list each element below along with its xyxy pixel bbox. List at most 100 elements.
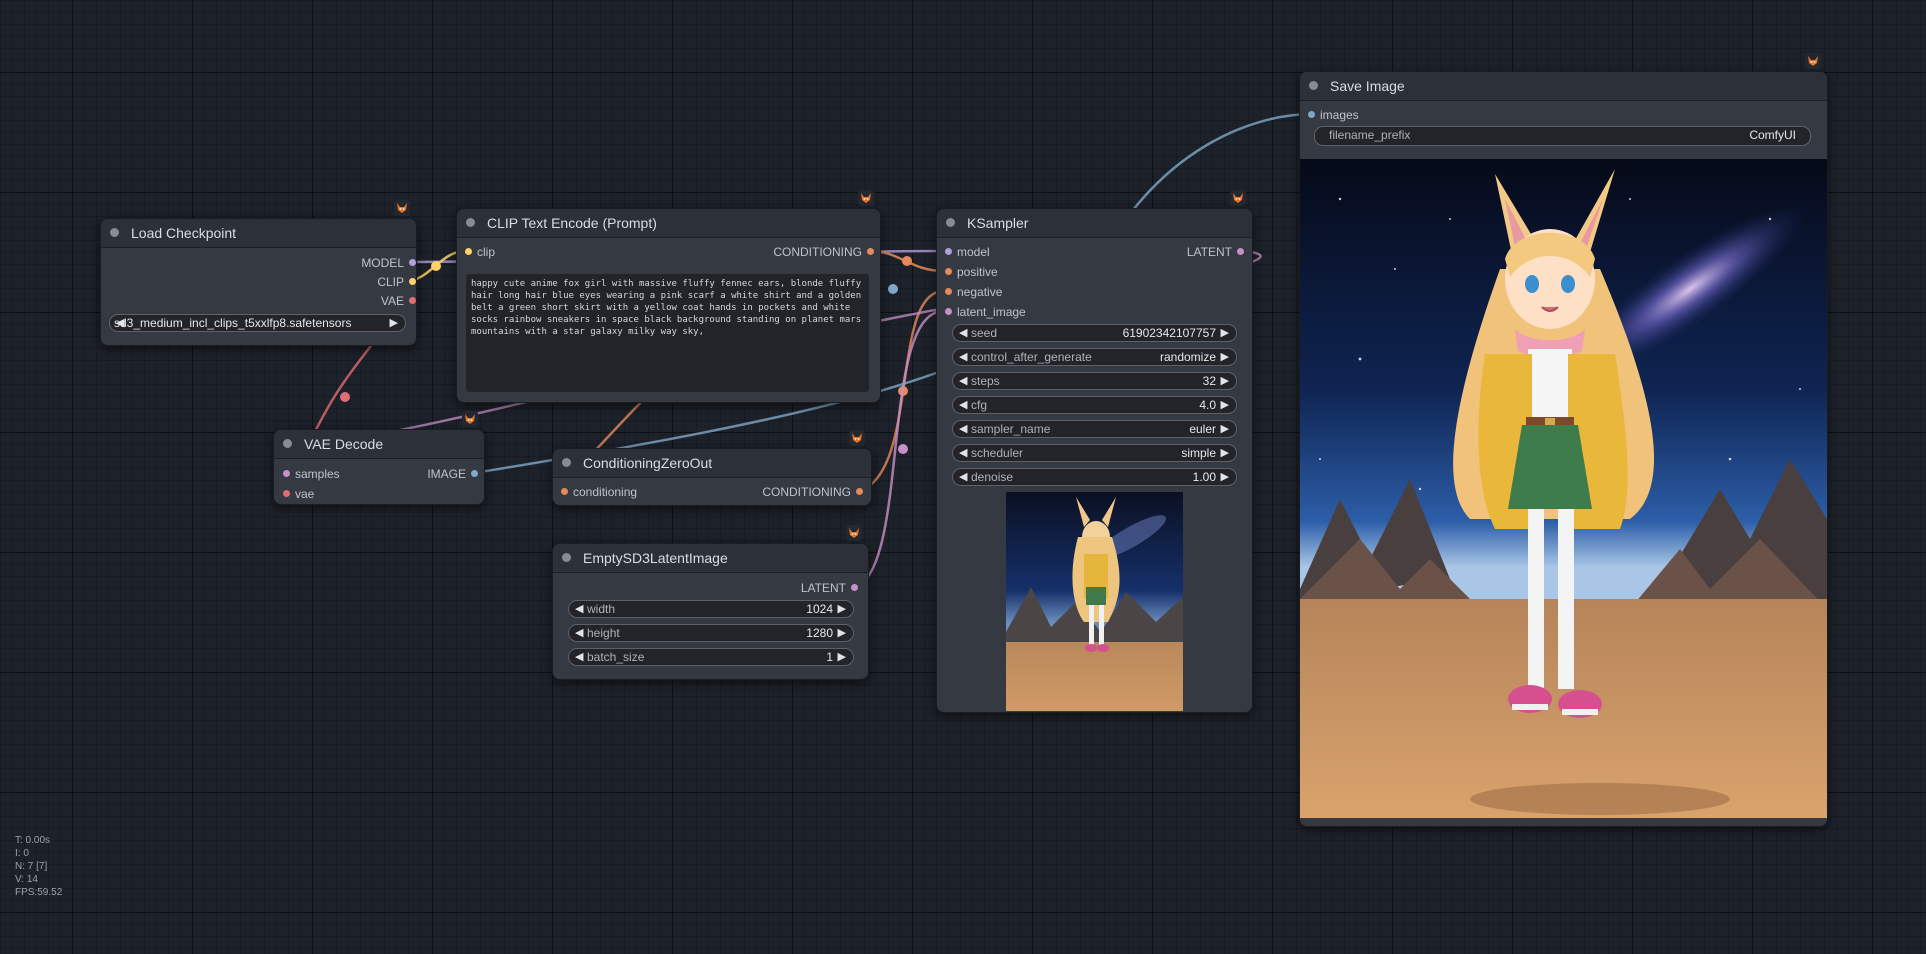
decrement-arrow-icon[interactable]: ◀	[959, 447, 967, 459]
slot-dot-icon[interactable]	[409, 259, 416, 266]
collapse-dot-icon[interactable]	[283, 439, 292, 448]
slot-dot-icon[interactable]	[283, 470, 290, 477]
collapse-dot-icon[interactable]	[466, 218, 475, 227]
prompt-textarea[interactable]: happy cute anime fox girl with massive f…	[466, 274, 869, 392]
slot-dot-icon[interactable]	[945, 288, 952, 295]
decrement-arrow-icon[interactable]: ◀	[575, 651, 583, 663]
sampler-name-widget[interactable]: ◀ sampler_name euler ▶	[952, 420, 1237, 438]
fox-badge-icon	[849, 430, 865, 446]
slot-label: images	[1320, 108, 1359, 122]
node-load-checkpoint[interactable]: Load Checkpoint MODEL CLIP VAE ◀ sd3_med…	[100, 200, 417, 346]
node-title-bar[interactable]: CLIP Text Encode (Prompt)	[457, 209, 880, 238]
decrement-arrow-icon[interactable]: ◀	[575, 627, 583, 639]
denoise-widget[interactable]: ◀ denoise 1.00 ▶	[952, 468, 1237, 486]
collapse-dot-icon[interactable]	[946, 218, 955, 227]
node-title-bar[interactable]: Load Checkpoint	[101, 219, 416, 248]
input-conditioning[interactable]: conditioning	[561, 485, 638, 499]
batch-size-widget[interactable]: ◀ batch_size 1 ▶	[568, 648, 854, 666]
decrement-arrow-icon[interactable]: ◀	[959, 375, 967, 387]
slot-dot-icon[interactable]	[851, 584, 858, 591]
arrow-right-icon[interactable]: ▶	[390, 317, 398, 329]
input-positive[interactable]: positive	[945, 265, 998, 279]
increment-arrow-icon[interactable]: ▶	[838, 627, 846, 639]
node-save-image[interactable]: Save Image images filename_prefix ComfyU…	[1299, 53, 1828, 827]
ckpt-name-combo[interactable]: ◀ sd3_medium_incl_clips_t5xxlfp8.safeten…	[109, 314, 406, 332]
widget-label: denoise	[971, 470, 1014, 484]
node-title-bar[interactable]: VAE Decode	[274, 430, 484, 459]
input-clip[interactable]: clip	[465, 245, 495, 259]
input-vae[interactable]: vae	[283, 487, 314, 501]
height-widget[interactable]: ◀ height 1280 ▶	[568, 624, 854, 642]
input-negative[interactable]: negative	[945, 285, 1002, 299]
node-title-bar[interactable]: Save Image	[1300, 72, 1827, 101]
slot-label: latent_image	[957, 305, 1026, 319]
seed-widget[interactable]: ◀ seed 61902342107757 ▶	[952, 324, 1237, 342]
decrement-arrow-icon[interactable]: ◀	[959, 351, 967, 363]
collapse-dot-icon[interactable]	[562, 458, 571, 467]
slot-label: conditioning	[573, 485, 638, 499]
increment-arrow-icon[interactable]: ▶	[838, 651, 846, 663]
increment-arrow-icon[interactable]: ▶	[1221, 399, 1229, 411]
widget-value: 61902342107757	[1122, 326, 1216, 340]
stat-iterations: I: 0	[15, 848, 29, 859]
node-clip-text-encode[interactable]: CLIP Text Encode (Prompt) clip CONDITION…	[456, 190, 881, 403]
output-latent[interactable]: LATENT	[801, 581, 858, 595]
slot-dot-icon[interactable]	[409, 297, 416, 304]
slot-dot-icon[interactable]	[945, 248, 952, 255]
input-images[interactable]: images	[1308, 108, 1359, 122]
slot-dot-icon[interactable]	[945, 268, 952, 275]
control-after-generate-widget[interactable]: ◀ control_after_generate randomize ▶	[952, 348, 1237, 366]
slot-dot-icon[interactable]	[867, 248, 874, 255]
fox-badge-icon	[394, 200, 410, 216]
input-latent-image[interactable]: latent_image	[945, 305, 1026, 319]
output-vae[interactable]: VAE	[381, 294, 416, 308]
collapse-dot-icon[interactable]	[1309, 81, 1318, 90]
increment-arrow-icon[interactable]: ▶	[1221, 471, 1229, 483]
input-samples[interactable]: samples	[283, 467, 340, 481]
slot-dot-icon[interactable]	[561, 488, 568, 495]
slot-dot-icon[interactable]	[471, 470, 478, 477]
node-conditioning-zero-out[interactable]: ConditioningZeroOut conditioning CONDITI…	[552, 430, 872, 506]
scheduler-widget[interactable]: ◀ scheduler simple ▶	[952, 444, 1237, 462]
output-latent[interactable]: LATENT	[1187, 245, 1244, 259]
output-image[interactable]: IMAGE	[427, 467, 478, 481]
collapse-dot-icon[interactable]	[110, 228, 119, 237]
increment-arrow-icon[interactable]: ▶	[1221, 423, 1229, 435]
filename-prefix-field[interactable]: filename_prefix ComfyUI	[1314, 126, 1811, 146]
slot-label: CONDITIONING	[773, 245, 862, 259]
decrement-arrow-icon[interactable]: ◀	[959, 327, 967, 339]
increment-arrow-icon[interactable]: ▶	[838, 603, 846, 615]
steps-widget[interactable]: ◀ steps 32 ▶	[952, 372, 1237, 390]
output-clip[interactable]: CLIP	[377, 275, 416, 289]
decrement-arrow-icon[interactable]: ◀	[575, 603, 583, 615]
node-title-bar[interactable]: ConditioningZeroOut	[553, 449, 871, 478]
input-model[interactable]: model	[945, 245, 990, 259]
increment-arrow-icon[interactable]: ▶	[1221, 351, 1229, 363]
increment-arrow-icon[interactable]: ▶	[1221, 447, 1229, 459]
slot-dot-icon[interactable]	[856, 488, 863, 495]
slot-dot-icon[interactable]	[465, 248, 472, 255]
slot-dot-icon[interactable]	[945, 308, 952, 315]
slot-dot-icon[interactable]	[1308, 111, 1315, 118]
cfg-widget[interactable]: ◀ cfg 4.0 ▶	[952, 396, 1237, 414]
widget-value: 1	[826, 650, 833, 664]
node-empty-sd3-latent-image[interactable]: EmptySD3LatentImage LATENT ◀ width 1024 …	[552, 525, 869, 680]
output-conditioning[interactable]: CONDITIONING	[762, 485, 863, 499]
output-conditioning[interactable]: CONDITIONING	[773, 245, 874, 259]
decrement-arrow-icon[interactable]: ◀	[959, 423, 967, 435]
node-title-bar[interactable]: EmptySD3LatentImage	[553, 544, 868, 573]
slot-label: positive	[957, 265, 998, 279]
node-vae-decode[interactable]: VAE Decode samples vae IMAGE	[273, 411, 485, 505]
increment-arrow-icon[interactable]: ▶	[1221, 375, 1229, 387]
decrement-arrow-icon[interactable]: ◀	[959, 471, 967, 483]
output-model[interactable]: MODEL	[361, 256, 416, 270]
decrement-arrow-icon[interactable]: ◀	[959, 399, 967, 411]
slot-dot-icon[interactable]	[1237, 248, 1244, 255]
slot-dot-icon[interactable]	[283, 490, 290, 497]
collapse-dot-icon[interactable]	[562, 553, 571, 562]
node-ksampler[interactable]: KSampler model positive negative latent_…	[936, 190, 1253, 713]
node-title-bar[interactable]: KSampler	[937, 209, 1252, 238]
width-widget[interactable]: ◀ width 1024 ▶	[568, 600, 854, 618]
increment-arrow-icon[interactable]: ▶	[1221, 327, 1229, 339]
slot-dot-icon[interactable]	[409, 278, 416, 285]
